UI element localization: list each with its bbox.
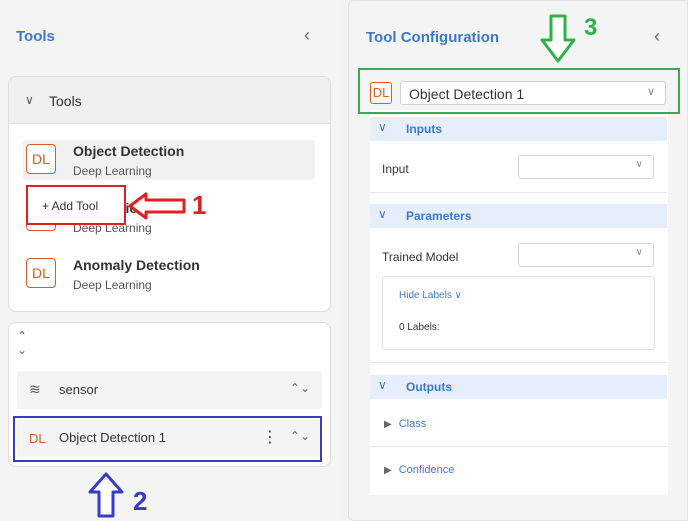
output-item-label: Class	[398, 418, 427, 430]
chevron-down-icon: ∨	[378, 207, 387, 221]
tool-item-name: Object Detection	[73, 143, 185, 159]
output-item-confidence[interactable]: ▶ Confidence	[384, 464, 454, 476]
chevron-down-icon: ∨	[378, 378, 387, 392]
chevron-down-icon: ∨	[635, 159, 643, 170]
annotation-number-3: 3	[584, 14, 598, 41]
section-inputs-header[interactable]: ∨ Inputs	[370, 117, 667, 141]
hide-labels-text: Hide Labels	[399, 290, 452, 301]
chevron-left-icon[interactable]: ‹	[647, 26, 667, 46]
section-label: Inputs	[406, 122, 442, 136]
dl-badge-icon: DL	[26, 144, 56, 174]
add-tool-menu-item[interactable]: + Add Tool	[42, 199, 98, 213]
chevron-down-icon: ∨	[635, 247, 643, 258]
reorder-icon[interactable]: ⌃⌄	[290, 381, 310, 395]
tool-item-object-detection[interactable]: DL Object Detection Deep Learning	[23, 140, 315, 180]
configuration-panel-title: Tool Configuration	[366, 29, 500, 46]
dl-badge-icon: DL	[26, 258, 56, 288]
section-label: Outputs	[406, 380, 452, 394]
pipeline-row-name: sensor	[59, 382, 99, 397]
triangle-right-icon: ▶	[384, 419, 392, 430]
hide-labels-toggle[interactable]: Hide Labels ∨	[399, 290, 462, 301]
divider	[370, 446, 667, 447]
input-label: Input	[382, 162, 409, 176]
annotation-highlight-box	[13, 416, 322, 462]
trained-model-label: Trained Model	[382, 250, 459, 264]
divider	[370, 192, 667, 193]
tools-section-label: Tools	[49, 93, 82, 109]
section-outputs-header[interactable]: ∨ Outputs	[370, 375, 667, 399]
labels-box: Hide Labels ∨ 0 Labels:	[382, 276, 655, 350]
tools-section-header[interactable]: ∨ Tools	[9, 77, 330, 124]
sensor-icon: ≋	[29, 381, 41, 397]
tool-item-anomaly-detection[interactable]: DL Anomaly Detection Deep Learning	[23, 254, 315, 294]
tools-panel-header: Tools ‹	[0, 0, 340, 72]
tools-panel: Tools ‹ ∨ Tools DL Object Detection Deep…	[0, 0, 340, 521]
chevron-down-icon: ∨	[25, 93, 34, 107]
divider	[370, 362, 667, 363]
annotation-arrow-up-icon	[88, 472, 124, 518]
output-item-label: Confidence	[398, 464, 455, 476]
add-tool-context-menu[interactable]: + Add Tool	[26, 185, 126, 225]
section-parameters-header[interactable]: ∨ Parameters	[370, 204, 667, 228]
labels-count: 0 Labels:	[399, 322, 440, 333]
pipeline-row-sensor[interactable]: ≋ sensor ⌃⌄	[17, 371, 322, 409]
tool-item-category: Deep Learning	[73, 278, 152, 292]
triangle-right-icon: ▶	[384, 465, 392, 476]
annotation-arrow-down-icon	[540, 14, 576, 63]
input-select[interactable]: ∨	[518, 155, 654, 179]
annotation-number-1: 1	[192, 190, 207, 220]
chevron-left-icon[interactable]: ‹	[297, 25, 317, 45]
tool-item-category: Deep Learning	[73, 164, 152, 178]
output-item-class[interactable]: ▶ Class	[384, 418, 426, 430]
annotation-number-2: 2	[133, 486, 148, 516]
trained-model-select[interactable]: ∨	[518, 243, 654, 267]
section-label: Parameters	[406, 209, 472, 223]
tools-panel-title: Tools	[16, 28, 55, 45]
expand-collapse-icon[interactable]: ⌃ ⌄	[17, 329, 27, 357]
chevron-down-icon: ∨	[378, 120, 387, 134]
annotation-arrow-left-icon	[128, 192, 186, 220]
annotation-highlight-box	[358, 68, 680, 114]
tool-item-name: Anomaly Detection	[73, 257, 200, 273]
chevron-down-icon: ∨	[454, 290, 462, 301]
